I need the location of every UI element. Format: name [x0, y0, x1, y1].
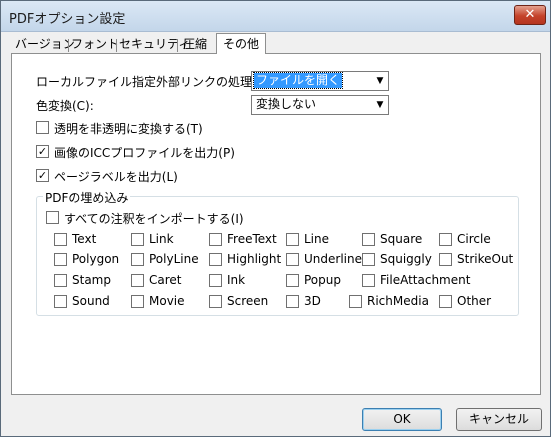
annotation-checkbox-freetext[interactable]: [209, 233, 222, 246]
annotation-checkbox-3d[interactable]: [286, 295, 299, 308]
link-handling-select[interactable]: ファイルを開く ▼: [251, 71, 389, 91]
annotation-checkbox-highlight[interactable]: [209, 253, 222, 266]
annotation-checkbox-screen[interactable]: [209, 295, 222, 308]
transparency-checkbox[interactable]: [36, 121, 49, 134]
annotation-checkbox-caret[interactable]: [131, 274, 144, 287]
annotation-checkbox-stamp[interactable]: [54, 274, 67, 287]
tab-other[interactable]: その他: [216, 33, 266, 54]
annotation-checkbox-underline[interactable]: [286, 253, 299, 266]
annotation-label-line: Line: [304, 232, 330, 246]
annotation-checkbox-circle[interactable]: [439, 233, 452, 246]
annotation-label-text: Text: [72, 232, 97, 246]
annotation-checkbox-movie[interactable]: [131, 295, 144, 308]
color-conversion-value: 変換しない: [256, 97, 317, 111]
annotation-label-underline: Underline: [304, 252, 362, 266]
annotation-label-polygon: Polygon: [72, 252, 120, 266]
ok-button[interactable]: OK: [362, 408, 442, 431]
annotation-label-movie: Movie: [149, 294, 185, 308]
annotation-label-other: Other: [457, 294, 492, 308]
title-bar: PDFオプション設定 ✕: [1, 1, 550, 32]
chevron-down-icon[interactable]: ▼: [372, 96, 388, 114]
annotation-label-highlight: Highlight: [227, 252, 282, 266]
annotation-checkbox-fileattachment[interactable]: [362, 274, 375, 287]
annotation-label-freetext: FreeText: [227, 232, 277, 246]
annotation-label-link: Link: [149, 232, 174, 246]
tab-security[interactable]: セキュリティ: [119, 35, 190, 53]
tab-version[interactable]: バージョン: [15, 35, 75, 53]
annotation-label-circle: Circle: [457, 232, 491, 246]
color-conversion-select[interactable]: 変換しない ▼: [251, 95, 389, 115]
annotation-checkbox-ink[interactable]: [209, 274, 222, 287]
annotation-checkbox-other[interactable]: [439, 295, 452, 308]
transparency-label: 透明を非透明に変換する(T): [54, 122, 203, 136]
link-handling-value: ファイルを開く: [252, 72, 344, 89]
annotation-label-fileattachment: FileAttachment: [380, 273, 471, 287]
annotation-label-screen: Screen: [227, 294, 269, 308]
close-icon[interactable]: ✕: [514, 5, 546, 25]
icc-profile-label: 画像のICCプロファイルを出力(P): [54, 146, 235, 160]
tab-separator: [68, 39, 69, 52]
tab-separator: [116, 39, 117, 52]
annotation-checkbox-sound[interactable]: [54, 295, 67, 308]
icc-profile-checkbox[interactable]: ✓: [36, 145, 49, 158]
annotation-checkbox-text[interactable]: [54, 233, 67, 246]
dialog-window: PDFオプション設定 ✕ バージョン フォント セキュリティ 圧縮 その他 ロー…: [0, 0, 551, 437]
annotation-label-polyline: PolyLine: [149, 252, 199, 266]
tab-separator: [177, 39, 178, 52]
annotation-checkbox-polyline[interactable]: [131, 253, 144, 266]
annotation-label-popup: Popup: [304, 273, 341, 287]
tab-compression[interactable]: 圧縮: [181, 35, 209, 53]
annotation-label-square: Square: [380, 232, 423, 246]
import-all-checkbox[interactable]: [46, 211, 59, 224]
annotation-checkbox-richmedia[interactable]: [349, 295, 362, 308]
annotation-checkbox-link[interactable]: [131, 233, 144, 246]
import-all-label: すべての注釈をインポートする(I): [64, 212, 244, 226]
annotation-label-3d: 3D: [304, 294, 321, 308]
annotation-label-sound: Sound: [72, 294, 110, 308]
cancel-button[interactable]: キャンセル: [456, 408, 542, 431]
color-conversion-label: 色変換(C):: [36, 99, 94, 113]
link-handling-label: ローカルファイル指定外部リンクの処理(E):: [36, 75, 273, 89]
annotation-checkbox-line[interactable]: [286, 233, 299, 246]
annotation-label-stamp: Stamp: [72, 273, 111, 287]
annotation-checkbox-strikeout[interactable]: [439, 253, 452, 266]
page-label-checkbox[interactable]: ✓: [36, 169, 49, 182]
chevron-down-icon[interactable]: ▼: [372, 72, 388, 90]
annotation-checkbox-popup[interactable]: [286, 274, 299, 287]
page-label-label: ページラベルを出力(L): [54, 170, 178, 184]
annotation-checkbox-polygon[interactable]: [54, 253, 67, 266]
annotation-checkbox-square[interactable]: [362, 233, 375, 246]
tab-font[interactable]: フォント: [71, 35, 119, 53]
annotation-label-strikeout: StrikeOut: [457, 252, 514, 266]
annotation-label-ink: Ink: [227, 273, 246, 287]
embed-group-title: PDFの埋め込み: [43, 189, 131, 206]
annotation-label-richmedia: RichMedia: [367, 294, 429, 308]
annotation-checkbox-squiggly[interactable]: [362, 253, 375, 266]
window-title: PDFオプション設定: [9, 12, 126, 27]
annotation-label-squiggly: Squiggly: [380, 252, 432, 266]
annotation-label-caret: Caret: [149, 273, 182, 287]
